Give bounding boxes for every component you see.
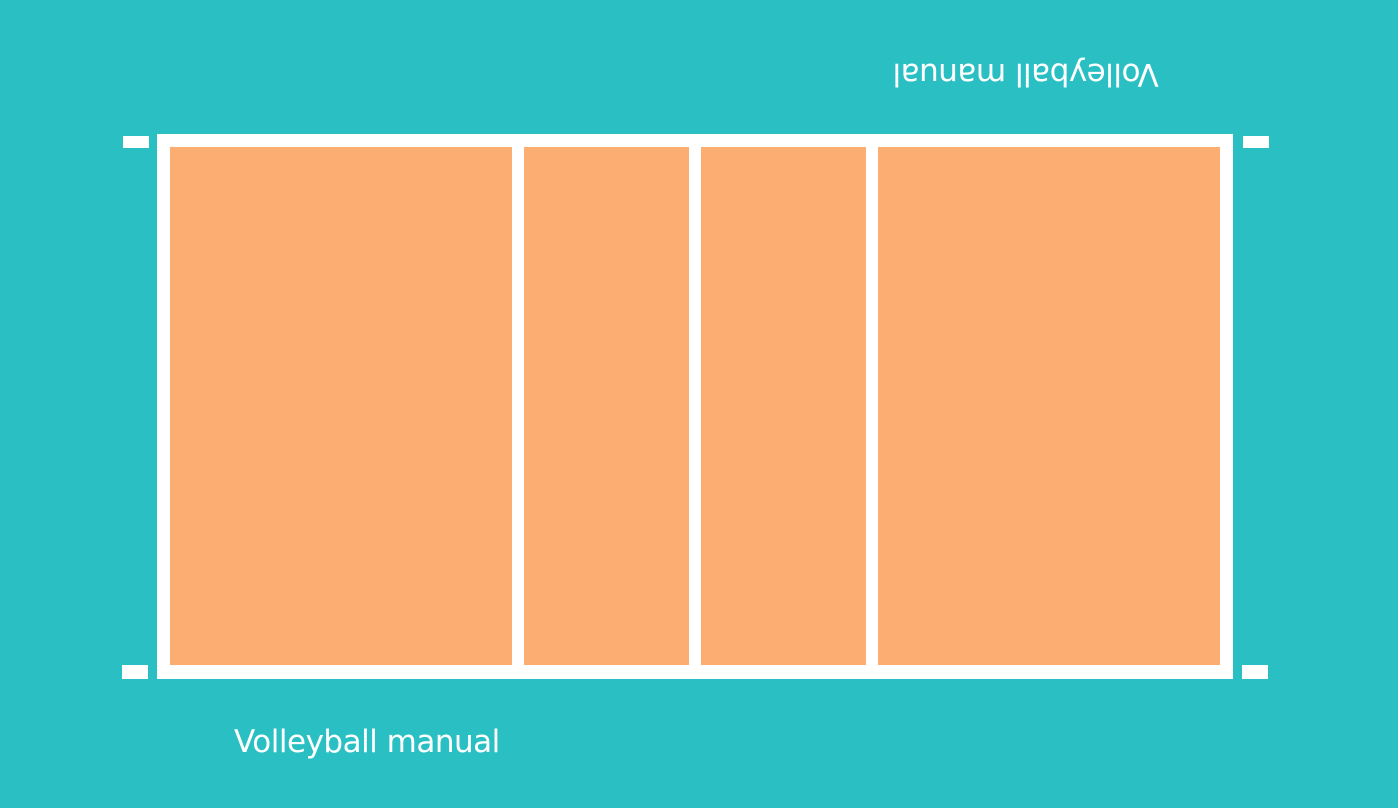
back-zone-right xyxy=(878,147,1220,665)
front-zone-left xyxy=(524,147,689,665)
front-zone-right xyxy=(701,147,866,665)
caption-top-upside-down: Volleyball manual xyxy=(893,56,1159,92)
caption-bottom: Volleyball manual xyxy=(234,724,500,760)
end-mark-bottom-right xyxy=(1242,665,1268,679)
volleyball-court-diagram xyxy=(0,0,1398,808)
back-zone-left xyxy=(170,147,512,665)
end-mark-top-left xyxy=(123,136,149,148)
end-mark-bottom-left xyxy=(122,665,148,679)
end-mark-top-right xyxy=(1243,136,1269,148)
